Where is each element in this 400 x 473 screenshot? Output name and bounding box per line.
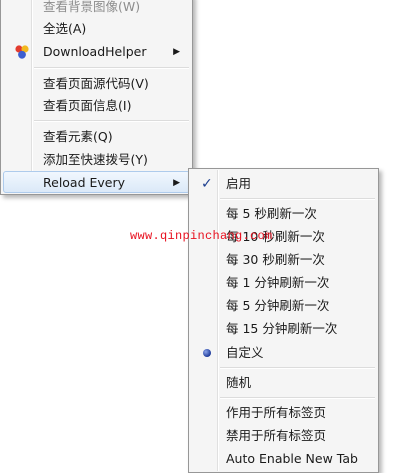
menu-item-every-30-seconds[interactable]: 每 30 秒刷新一次 bbox=[191, 248, 376, 270]
menu-item-view-page-info[interactable]: 查看页面信息(I) bbox=[3, 94, 190, 116]
menu-separator bbox=[220, 367, 375, 369]
menu-item-every-5-minutes[interactable]: 每 5 分钟刷新一次 bbox=[191, 294, 376, 316]
menu-item-label: 禁用于所有标签页 bbox=[226, 428, 327, 443]
menu-item-every-5-seconds[interactable]: 每 5 秒刷新一次 bbox=[191, 202, 376, 224]
menu-item-label: 每 1 分钟刷新一次 bbox=[226, 275, 330, 290]
context-menu: 查看背景图像(W) 全选(A) DownloadHelper ▶ 查看页面源代码… bbox=[0, 0, 193, 195]
menu-item-label: 查看页面信息(I) bbox=[43, 98, 132, 113]
menu-item-downloadhelper[interactable]: DownloadHelper ▶ bbox=[3, 40, 190, 62]
menu-item-label: 启用 bbox=[226, 176, 252, 191]
menu-item-add-speed-dial[interactable]: 添加至快速拨号(Y) bbox=[3, 148, 190, 170]
menu-item-label: 查看元素(Q) bbox=[43, 129, 113, 144]
submenu-arrow-icon: ▶ bbox=[173, 178, 180, 188]
menu-item-label: 随机 bbox=[226, 375, 252, 390]
menu-item-view-page-source[interactable]: 查看页面源代码(V) bbox=[3, 72, 190, 94]
menu-item-every-15-minutes[interactable]: 每 15 分钟刷新一次 bbox=[191, 317, 376, 339]
check-icon: ✓ bbox=[201, 176, 213, 192]
menu-separator bbox=[34, 120, 189, 122]
menu-item-disable-all-tabs[interactable]: 禁用于所有标签页 bbox=[191, 424, 376, 446]
menu-item-enable[interactable]: ✓ 启用 bbox=[191, 172, 376, 194]
menu-item-auto-enable-new-tab[interactable]: Auto Enable New Tab bbox=[191, 447, 376, 469]
menu-item-label: 添加至快速拨号(Y) bbox=[43, 152, 148, 167]
submenu-arrow-icon: ▶ bbox=[173, 47, 180, 57]
menu-item-label: 作用于所有标签页 bbox=[226, 405, 327, 420]
menu-item-view-background-image[interactable]: 查看背景图像(W) bbox=[3, 0, 190, 17]
menu-item-label: 查看页面源代码(V) bbox=[43, 76, 149, 91]
menu-item-inspect-element[interactable]: 查看元素(Q) bbox=[3, 125, 190, 147]
menu-item-label: 每 5 秒刷新一次 bbox=[226, 206, 317, 221]
menu-item-label: 每 15 分钟刷新一次 bbox=[226, 321, 338, 336]
menu-item-every-1-minute[interactable]: 每 1 分钟刷新一次 bbox=[191, 271, 376, 293]
menu-item-label: 全选(A) bbox=[43, 21, 87, 36]
menu-item-reload-every[interactable]: Reload Every ▶ bbox=[3, 171, 190, 193]
menu-item-label: 每 30 秒刷新一次 bbox=[226, 252, 325, 267]
menu-separator bbox=[220, 198, 375, 200]
menu-item-custom[interactable]: 自定义 bbox=[191, 341, 376, 363]
watermark-text: www.qinpinchang.com bbox=[130, 229, 273, 243]
menu-item-label: Auto Enable New Tab bbox=[226, 451, 358, 466]
menu-item-random[interactable]: 随机 bbox=[191, 371, 376, 393]
menu-item-label: 查看背景图像(W) bbox=[43, 0, 141, 14]
reload-every-submenu: ✓ 启用 每 5 秒刷新一次 每 10 秒刷新一次 每 30 秒刷新一次 每 1… bbox=[188, 168, 379, 473]
radio-selected-icon bbox=[203, 349, 211, 357]
downloadhelper-icon bbox=[15, 45, 29, 59]
menu-item-label: Reload Every bbox=[43, 175, 126, 190]
menu-item-label: DownloadHelper bbox=[43, 44, 147, 59]
menu-separator bbox=[220, 397, 375, 399]
menu-item-apply-all-tabs[interactable]: 作用于所有标签页 bbox=[191, 401, 376, 423]
menu-item-label: 每 5 分钟刷新一次 bbox=[226, 298, 330, 313]
menu-item-select-all[interactable]: 全选(A) bbox=[3, 17, 190, 39]
menu-separator bbox=[34, 67, 189, 69]
menu-item-label: 自定义 bbox=[226, 345, 264, 360]
